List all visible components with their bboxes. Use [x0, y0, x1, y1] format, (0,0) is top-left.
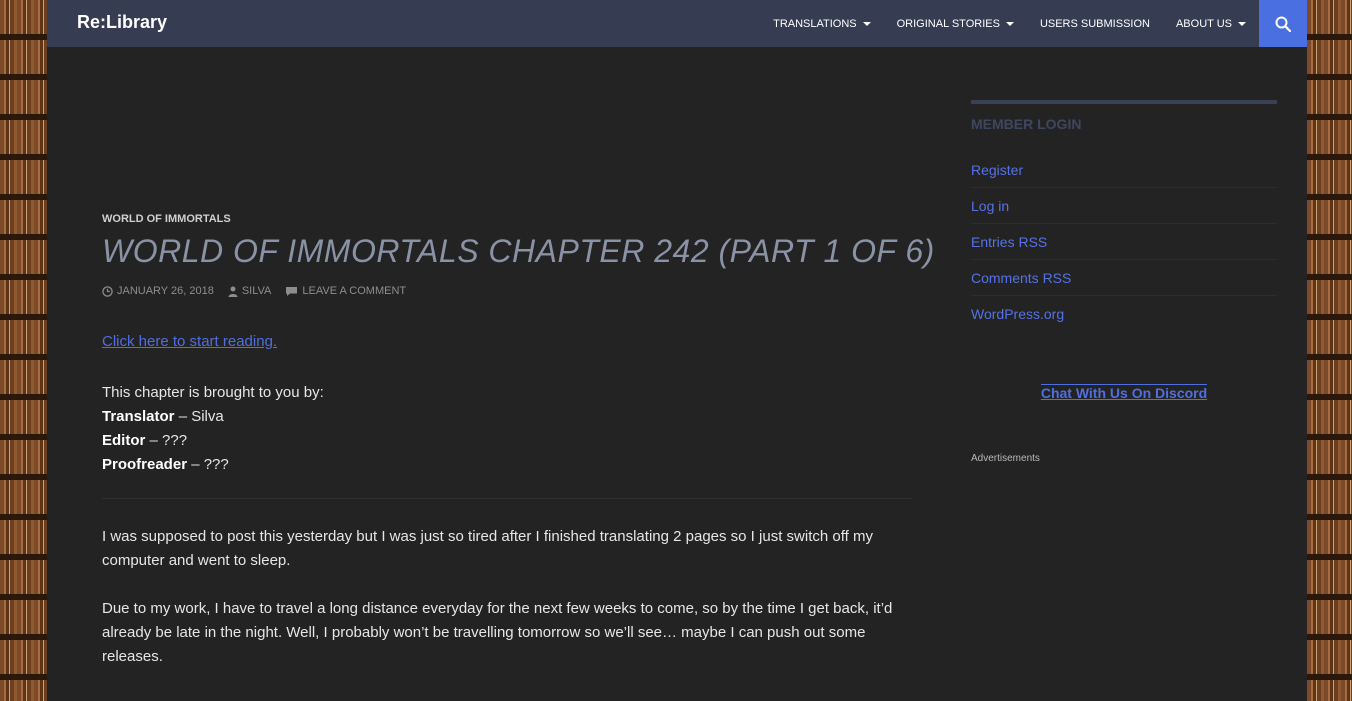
leave-comment-link[interactable]: LEAVE A COMMENT — [285, 285, 406, 297]
nav-item-label: TRANSLATIONS — [773, 17, 857, 30]
main-navigation: TRANSLATIONS ORIGINAL STORIES USERS SUBM… — [760, 0, 1259, 47]
log-in-link[interactable]: Log in — [971, 188, 1277, 224]
nav-item-users-submission[interactable]: USERS SUBMISSION — [1027, 18, 1163, 30]
wordpress-org-link[interactable]: WordPress.org — [971, 296, 1277, 331]
discord-widget: Chat With Us On Discord — [971, 384, 1277, 403]
chevron-down-icon — [1005, 21, 1014, 26]
credits-editor: Editor – ??? — [102, 432, 188, 449]
member-login-list: Register Log in Entries RSS Comments RSS… — [971, 152, 1277, 331]
chapter-credits: This chapter is brought to you by: Trans… — [102, 381, 912, 477]
advertisements-label: Advertisements — [971, 453, 1040, 464]
nav-item-original-stories[interactable]: ORIGINAL STORIES — [884, 18, 1027, 30]
search-icon — [1275, 16, 1291, 32]
chevron-down-icon — [1238, 21, 1246, 26]
widget-top-bar — [971, 100, 1277, 104]
post-meta: JANUARY 26, 2018 SILVA LEAVE A COMMENT — [102, 285, 420, 297]
member-login-title: MEMBER LOGIN — [971, 116, 1082, 132]
site-title-link[interactable]: Re:Library — [77, 12, 167, 33]
site-header: Re:Library TRANSLATIONS ORIGINAL STORIES… — [47, 0, 1307, 47]
leave-comment-text: LEAVE A COMMENT — [302, 285, 407, 297]
credits-translator: Translator – Silva — [102, 408, 224, 425]
post-date-text: JANUARY 26, 2018 — [117, 285, 214, 297]
bookshelf-background-right — [1307, 0, 1352, 701]
chevron-down-icon — [862, 21, 871, 26]
site-container: Re:Library TRANSLATIONS ORIGINAL STORIES… — [47, 0, 1307, 701]
register-link[interactable]: Register — [971, 152, 1277, 188]
clock-icon — [102, 285, 113, 297]
entries-rss-link[interactable]: Entries RSS — [971, 224, 1277, 260]
post-author[interactable]: SILVA — [228, 285, 272, 297]
post-category-link[interactable]: WORLD OF IMMORTALS — [102, 213, 231, 225]
post-author-text: SILVA — [241, 285, 272, 297]
post-title: WORLD OF IMMORTALS CHAPTER 242 (PART 1 O… — [102, 233, 935, 269]
nav-item-label: ORIGINAL STORIES — [896, 17, 1000, 30]
post-date[interactable]: JANUARY 26, 2018 — [102, 285, 214, 297]
nav-item-label: USERS SUBMISSION — [1039, 17, 1150, 30]
nav-item-about-us[interactable]: ABOUT US — [1163, 18, 1259, 30]
start-reading-link[interactable]: Click here to start reading. — [102, 333, 277, 350]
bookshelf-background-left — [0, 0, 47, 701]
comment-icon — [286, 286, 298, 296]
search-button[interactable] — [1259, 0, 1307, 47]
credits-intro: This chapter is brought to you by: — [102, 384, 324, 401]
comments-rss-link[interactable]: Comments RSS — [971, 260, 1277, 296]
content-divider — [102, 498, 912, 499]
credits-proofreader: Proofreader – ??? — [102, 456, 229, 473]
discord-link[interactable]: Chat With Us On Discord — [1040, 384, 1208, 401]
user-icon — [228, 286, 238, 297]
post-paragraph: Due to my work, I have to travel a long … — [102, 600, 893, 665]
nav-item-translations[interactable]: TRANSLATIONS — [760, 18, 884, 30]
post-paragraph: I was supposed to post this yesterday bu… — [102, 528, 873, 569]
nav-item-label: ABOUT US — [1175, 17, 1232, 30]
